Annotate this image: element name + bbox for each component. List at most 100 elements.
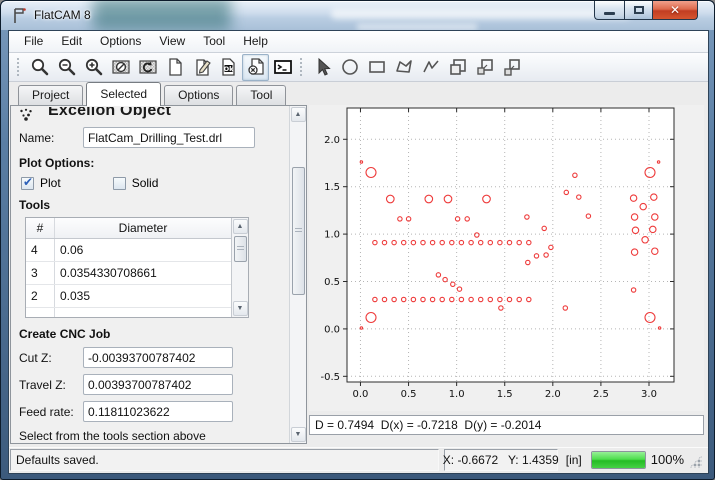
panel-scrollbar-thumb[interactable]: [292, 167, 305, 295]
toolbar: Ok: [9, 53, 708, 82]
tool-diameter: 0.06: [55, 239, 231, 261]
window-title: FlatCAM 8: [34, 8, 91, 22]
tab-project[interactable]: Project: [18, 85, 83, 105]
resize-grip-icon[interactable]: [689, 455, 702, 468]
name-input[interactable]: [83, 127, 255, 148]
zoom-fit-icon: [30, 57, 50, 77]
solid-checkbox[interactable]: [113, 177, 126, 190]
accept-file-icon: Ok: [219, 57, 239, 77]
status-message: Defaults saved.: [10, 449, 439, 471]
table-row[interactable]: 4 0.06: [26, 239, 231, 262]
menu-item-options[interactable]: Options: [91, 31, 150, 52]
clear-plot-button[interactable]: [107, 54, 134, 81]
rectangle-tool-icon: [367, 57, 387, 77]
progress-bar: [591, 451, 646, 469]
scroll-up-icon[interactable]: ▲: [233, 219, 248, 234]
tab-selected[interactable]: Selected: [86, 82, 161, 106]
cut-z-label: Cut Z:: [19, 351, 83, 365]
shell-button[interactable]: [269, 54, 296, 81]
svg-text:0.5: 0.5: [401, 389, 417, 400]
feed-rate-input[interactable]: [83, 401, 233, 422]
new-file-icon: [165, 57, 185, 77]
polygon-tool-icon: [394, 57, 414, 77]
tools-hint-text: Select from the tools section above: [19, 429, 283, 443]
table-scrollbar-thumb[interactable]: [234, 236, 247, 262]
excellon-drill-icon: [19, 108, 34, 121]
zoom-fit-button[interactable]: [26, 54, 53, 81]
tools-table-header: # Diameter: [26, 218, 231, 239]
plot-options-label: Plot Options:: [19, 156, 283, 170]
plot-checkbox-label: Plot: [40, 176, 61, 190]
zoom-in-icon: [84, 57, 104, 77]
distance-readout: D = 0.7494 D(x) = -0.7218 D(y) = -0.2014: [309, 415, 704, 435]
menu-item-view[interactable]: View: [150, 31, 194, 52]
scroll-down-icon[interactable]: ▼: [291, 427, 306, 442]
maximize-button[interactable]: [624, 1, 653, 20]
svg-text:1.0: 1.0: [324, 230, 340, 241]
delete-object-icon: [246, 57, 266, 77]
plot-checkbox[interactable]: [21, 177, 34, 190]
menu-item-tool[interactable]: Tool: [194, 31, 234, 52]
zoom-in-button[interactable]: [80, 54, 107, 81]
tool-diameter: 0.035: [55, 285, 231, 307]
toolbar-grip[interactable]: [299, 56, 304, 78]
copy-geometry-button[interactable]: [471, 54, 498, 81]
scroll-down-icon[interactable]: ▼: [233, 301, 248, 316]
svg-text:1.5: 1.5: [324, 182, 340, 193]
tools-label: Tools: [19, 198, 283, 212]
edit-file-button[interactable]: [188, 54, 215, 81]
select-cursor-icon: [313, 57, 333, 77]
feed-rate-label: Feed rate:: [19, 405, 83, 419]
copy-objects-button[interactable]: [444, 54, 471, 81]
svg-text:2.0: 2.0: [545, 389, 561, 400]
replot-icon: [138, 57, 158, 77]
table-row[interactable]: 3 0.0354330708661: [26, 262, 231, 285]
copy-geometry-icon: [475, 57, 495, 77]
accept-file-button[interactable]: Ok: [215, 54, 242, 81]
draw-polygon-button[interactable]: [390, 54, 417, 81]
panel-scrollbar[interactable]: ▲ ▼: [289, 106, 306, 443]
svg-text:Ok: Ok: [223, 65, 234, 73]
shell-icon: [273, 57, 293, 77]
svg-text:2.0: 2.0: [324, 135, 340, 146]
zoom-out-button[interactable]: [53, 54, 80, 81]
plot-area: 0.00.51.01.52.02.53.02.01.51.00.50.0-0.5…: [307, 105, 708, 447]
svg-text:0.0: 0.0: [324, 324, 340, 335]
cut-z-input[interactable]: [83, 347, 233, 368]
close-button[interactable]: ✕: [653, 1, 698, 20]
aero-glass-blob: [357, 23, 477, 30]
replot-button[interactable]: [134, 54, 161, 81]
aero-glass-blob: [93, 1, 231, 30]
draw-rectangle-button[interactable]: [363, 54, 390, 81]
svg-text:0.5: 0.5: [324, 277, 340, 288]
col-header-number: #: [26, 218, 55, 238]
minimize-button[interactable]: [594, 1, 624, 20]
travel-z-input[interactable]: [83, 374, 233, 395]
tab-options[interactable]: Options: [164, 85, 233, 105]
title-bar[interactable]: FlatCAM 8 ✕: [1, 1, 714, 30]
toolbar-grip[interactable]: [16, 56, 21, 78]
tab-bar: Project Selected Options Tool: [9, 82, 708, 105]
units-label: [in]: [566, 453, 582, 467]
circle-tool-icon: [340, 57, 360, 77]
move-objects-icon: [502, 57, 522, 77]
plot-svg[interactable]: 0.00.51.01.52.02.53.02.01.51.00.50.0-0.5: [309, 105, 704, 411]
menu-item-help[interactable]: Help: [234, 31, 277, 52]
draw-polyline-button[interactable]: [417, 54, 444, 81]
move-objects-button[interactable]: [498, 54, 525, 81]
delete-object-button[interactable]: [242, 54, 269, 81]
tool-number: 4: [26, 239, 55, 261]
draw-circle-button[interactable]: [336, 54, 363, 81]
table-row[interactable]: 2 0.035: [26, 285, 231, 308]
svg-text:1.0: 1.0: [449, 389, 465, 400]
tab-tool[interactable]: Tool: [236, 85, 286, 105]
select-tool-button[interactable]: [309, 54, 336, 81]
table-scrollbar[interactable]: ▲ ▼: [231, 218, 248, 317]
status-bar: Defaults saved. X: -0.6672 Y: 1.4359 [in…: [9, 447, 708, 473]
table-row-partial[interactable]: [26, 308, 231, 318]
menu-item-file[interactable]: File: [15, 31, 52, 52]
scroll-up-icon[interactable]: ▲: [291, 107, 306, 122]
new-file-button[interactable]: [161, 54, 188, 81]
flatcam-window: FlatCAM 8 ✕ File Edit Options View Tool …: [0, 0, 715, 480]
menu-item-edit[interactable]: Edit: [52, 31, 91, 52]
